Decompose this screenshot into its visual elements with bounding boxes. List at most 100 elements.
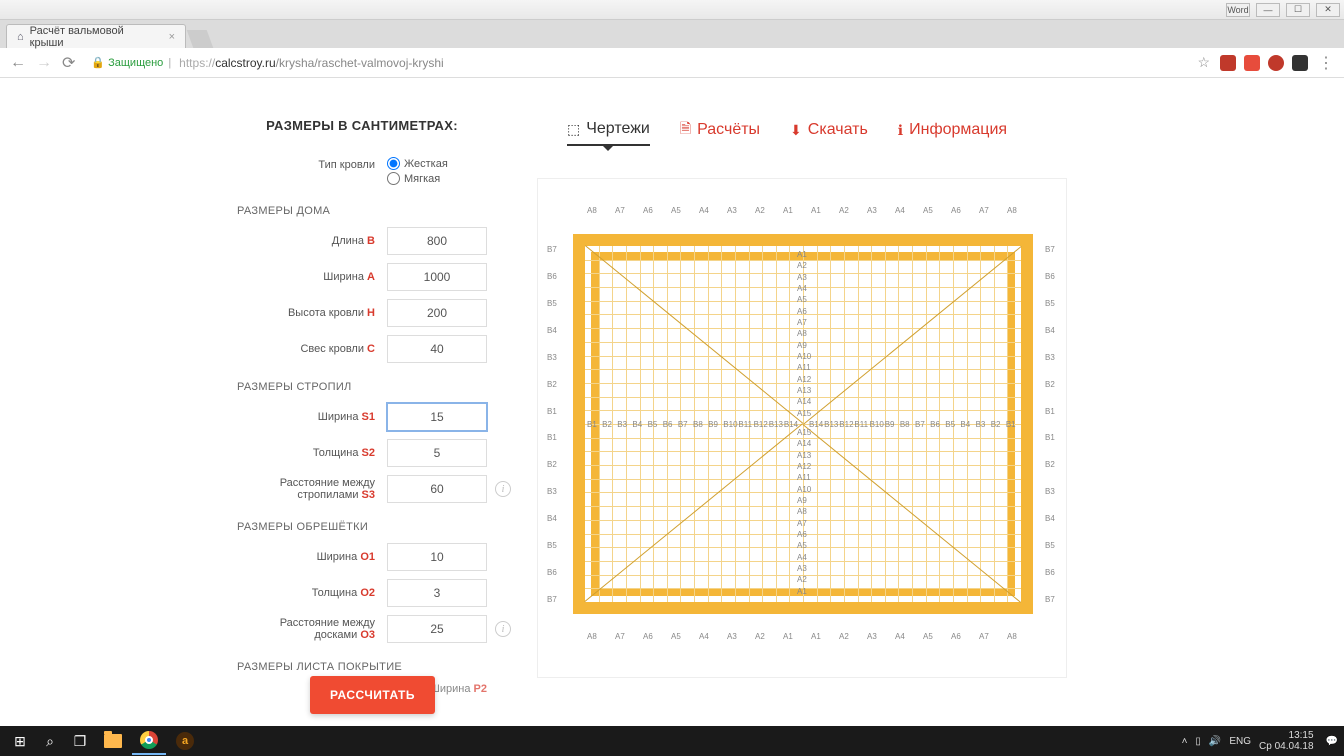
browser-tab-strip: ⌂ Расчёт вальмовой крыши × (0, 20, 1344, 48)
rafter-label: B1 (1006, 420, 1016, 429)
window-titlebar: Word — ☐ ✕ (0, 0, 1344, 20)
rafter-label: A10 (797, 352, 811, 361)
outer-label: B4 (1045, 326, 1055, 335)
file-explorer-app[interactable] (96, 727, 130, 755)
overhang-label: Свес кровли C (237, 343, 375, 355)
rafter-label: B2 (991, 420, 1001, 429)
browser-tab[interactable]: ⌂ Расчёт вальмовой крыши × (6, 24, 186, 48)
tray-chevron-icon[interactable]: ˄ (1182, 736, 1188, 747)
height-label: Высота кровли H (237, 307, 375, 319)
lath-dist-input[interactable] (387, 615, 487, 643)
address-bar[interactable]: 🔒 Защищено | https://calcstroy.ru/krysha… (85, 52, 1187, 74)
window-close[interactable]: ✕ (1316, 3, 1340, 17)
tray-battery-icon[interactable]: ▯ (1195, 736, 1201, 747)
rafter-label: A3 (797, 273, 807, 282)
outer-label: B5 (1045, 299, 1055, 308)
rafter-label: B4 (632, 420, 642, 429)
adblock-icon[interactable] (1268, 55, 1284, 71)
outer-label: A4 (895, 206, 905, 215)
rafter-label: A8 (797, 507, 807, 516)
rafter-label: A9 (797, 496, 807, 505)
rafter-label: B8 (900, 420, 910, 429)
outer-label: B1 (547, 407, 557, 416)
secure-label: Защищено (108, 57, 163, 69)
rafter-label: B3 (976, 420, 986, 429)
rafter-label: A13 (797, 451, 811, 460)
rafter-label: A11 (797, 473, 811, 482)
outer-label: B1 (547, 433, 557, 442)
back-button[interactable]: ← (10, 54, 26, 72)
outer-label: B4 (547, 326, 557, 335)
tray-volume-icon[interactable]: 🔊 (1209, 736, 1221, 747)
overhang-input[interactable] (387, 335, 487, 363)
rafter-label: A9 (797, 341, 807, 350)
forward-button[interactable]: → (36, 54, 52, 72)
rafter-label: A3 (797, 564, 807, 573)
start-button[interactable]: ⊞ (6, 727, 34, 755)
rafter-label: A14 (797, 439, 811, 448)
url-text: https://calcstroy.ru/krysha/raschet-valm… (179, 56, 444, 70)
outer-label: B4 (547, 514, 557, 523)
tab-drawings[interactable]: ⬚Чертежи (567, 120, 650, 146)
extension-icon[interactable] (1244, 55, 1260, 71)
rafter-label: A8 (797, 329, 807, 338)
rafter-label: B7 (915, 420, 925, 429)
roof-type-hard[interactable]: Жесткая (387, 157, 487, 170)
rafter-thick-input[interactable] (387, 439, 487, 467)
height-input[interactable] (387, 299, 487, 327)
calculate-button[interactable]: РАССЧИТАТЬ (310, 676, 435, 714)
tab-download[interactable]: ⬇Скачать (790, 121, 868, 145)
tab-info[interactable]: ℹИнформация (898, 121, 1007, 145)
outer-label: A1 (783, 632, 793, 641)
rafter-label: B9 (708, 420, 718, 429)
width-input[interactable] (387, 263, 487, 291)
section-sheet: РАЗМЕРЫ ЛИСТА ПОКРЫТИЕ (237, 661, 487, 673)
lath-thick-input[interactable] (387, 579, 487, 607)
rafter-width-input[interactable] (387, 403, 487, 431)
chrome-app[interactable] (132, 727, 166, 755)
radio-hard[interactable] (387, 157, 400, 170)
window-maximize[interactable]: ☐ (1286, 3, 1310, 17)
rafter-label: B13 (769, 420, 783, 429)
window-minimize[interactable]: — (1256, 3, 1280, 17)
section-rafters: РАЗМЕРЫ СТРОПИЛ (237, 381, 487, 393)
tab-calculations[interactable]: 🗎Расчёты (680, 118, 760, 148)
task-view-button[interactable]: ❐ (66, 727, 94, 755)
bookmark-star-icon[interactable]: ☆ (1197, 54, 1210, 71)
outer-label: B7 (547, 245, 557, 254)
tray-clock[interactable]: 13:15 Ср 04.04.18 (1259, 730, 1318, 752)
outer-label: A4 (699, 206, 709, 215)
info-icon[interactable]: i (495, 481, 511, 497)
tray-language[interactable]: ENG (1229, 736, 1251, 747)
outer-label: B3 (1045, 487, 1055, 496)
rafter-label: A1 (797, 587, 807, 596)
length-input[interactable] (387, 227, 487, 255)
reload-button[interactable]: ⟳ (62, 53, 75, 73)
lock-icon: 🔒 (91, 56, 105, 69)
outer-label: A1 (811, 206, 821, 215)
roof-type-soft[interactable]: Мягкая (387, 172, 487, 185)
tray-notifications-icon[interactable]: 💬 (1326, 736, 1338, 747)
rafter-label: A11 (797, 363, 811, 372)
menu-button[interactable]: ⋮ (1318, 53, 1334, 73)
extension-icon[interactable] (1220, 55, 1236, 71)
form-title: РАЗМЕРЫ В САНТИМЕТРАХ: (237, 118, 487, 133)
avast-app[interactable]: a (168, 727, 202, 755)
rafter-label: B9 (885, 420, 895, 429)
extension-icon[interactable] (1292, 55, 1308, 71)
search-button[interactable]: ⌕ (36, 727, 64, 755)
info-icon[interactable]: i (495, 621, 511, 637)
radio-soft[interactable] (387, 172, 400, 185)
new-tab-button[interactable] (187, 30, 214, 48)
outer-label: B7 (547, 595, 557, 604)
outer-label: A1 (783, 206, 793, 215)
lath-width-input[interactable] (387, 543, 487, 571)
outer-label: B4 (1045, 514, 1055, 523)
rafter-label: A6 (797, 530, 807, 539)
rafter-label: A10 (797, 485, 811, 494)
rafter-dist-input[interactable] (387, 475, 487, 503)
tab-close-icon[interactable]: × (169, 31, 175, 43)
outer-label: B2 (547, 380, 557, 389)
roof-drawing: A1A15A2A14A3A13A4A12A5A11A6A10A7A9A8A8A9… (573, 234, 1033, 614)
outer-label: A8 (1007, 206, 1017, 215)
